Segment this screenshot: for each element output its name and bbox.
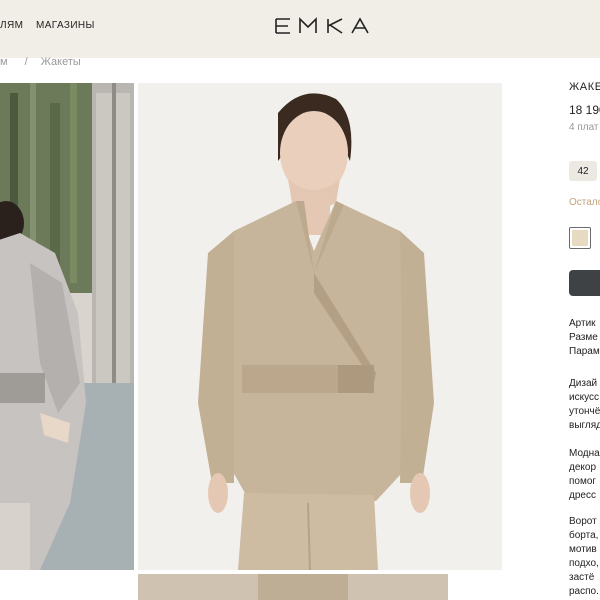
description-line: дресс — [569, 490, 596, 501]
nav-link-stores[interactable]: МАГАЗИНЫ — [36, 20, 95, 31]
nav-link-all[interactable]: ЛЯМ — [0, 20, 23, 31]
installments-info[interactable]: 4 плат — [569, 122, 599, 133]
description-line: Модна — [569, 448, 600, 459]
description-line: мотив — [569, 544, 597, 555]
size-option-selected[interactable]: 42 — [569, 161, 597, 181]
description-line: распо. — [569, 586, 599, 597]
description-line: помог — [569, 476, 597, 487]
spec-params: Парам — [569, 346, 600, 357]
description-line: утончё — [569, 406, 600, 417]
description-line: борта, — [569, 530, 599, 541]
color-swatch-fill — [572, 230, 588, 246]
product-price: 18 190 — [569, 103, 600, 117]
product-photo-next[interactable] — [138, 574, 448, 600]
brand-logo[interactable] — [270, 13, 380, 39]
breadcrumb-current[interactable]: Жакеты — [41, 56, 81, 68]
color-swatch[interactable] — [569, 227, 591, 249]
breadcrumb-separator: / — [24, 56, 28, 68]
description-line: Дизай — [569, 378, 598, 389]
spec-article: Артик — [569, 318, 596, 329]
product-photo-main[interactable] — [138, 83, 502, 570]
stock-note: Остало — [569, 197, 600, 208]
breadcrumb-parent[interactable]: м — [0, 56, 8, 68]
add-to-cart-button[interactable] — [569, 270, 600, 296]
product-title: ЖАКЕ — [569, 81, 600, 93]
description-line: Ворот — [569, 516, 597, 527]
site-header: ЛЯМ МАГАЗИНЫ — [0, 0, 600, 58]
description-line: подхо, — [569, 558, 599, 569]
description-line: выгляд — [569, 420, 600, 431]
product-photo-lifestyle[interactable] — [0, 83, 134, 570]
breadcrumb: м / Жакеты — [0, 56, 81, 68]
description-line: искусс — [569, 392, 599, 403]
description-line: декор — [569, 462, 597, 473]
description-line: застё — [569, 572, 595, 583]
spec-size: Разме — [569, 332, 598, 343]
